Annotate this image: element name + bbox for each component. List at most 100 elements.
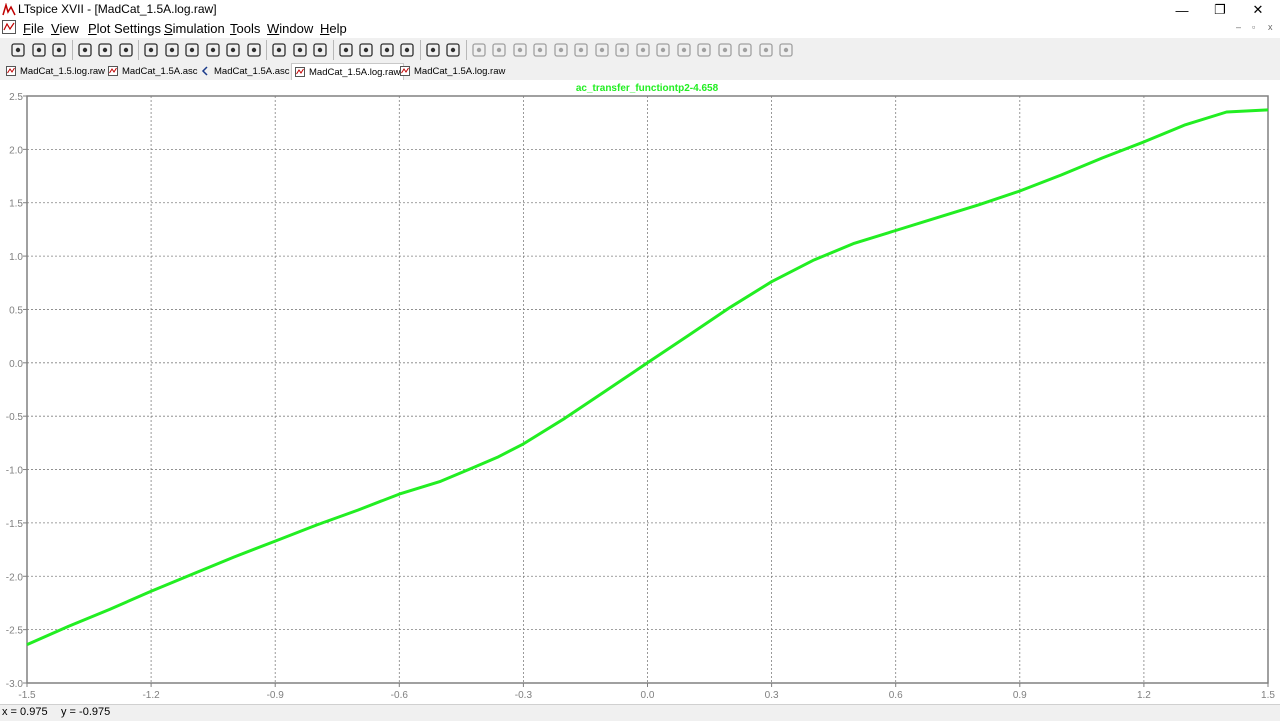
x-tick-label: 0.3 (765, 690, 779, 701)
y-tick-label: 1.0 (9, 252, 23, 263)
tab-madcat-1-5a-asc-waveform[interactable]: MadCat_1.5A.asc (108, 63, 198, 79)
pan-icon[interactable] (117, 41, 135, 59)
tab-label: MadCat_1.5A.asc (122, 65, 198, 77)
drag-icon[interactable] (654, 41, 672, 59)
tab-label: MadCat_1.5A.log.raw (309, 66, 401, 78)
menu-file[interactable]: File (23, 21, 44, 36)
menu-help[interactable]: Help (320, 21, 347, 36)
x-tick-label: 0.9 (1013, 690, 1027, 701)
tab-madcat-1-5a-log-raw-active[interactable]: MadCat_1.5A.log.raw (291, 63, 405, 80)
autorange-icon[interactable] (224, 41, 242, 59)
y-tick-label: -2.5 (6, 626, 24, 637)
y-tick-label: 2.5 (9, 92, 23, 103)
waveform-window-icon[interactable] (2, 20, 16, 34)
toolbar-separator (266, 40, 267, 60)
toolbar-separator (332, 40, 334, 60)
tab-label: MadCat_1.5A.log.raw (414, 65, 506, 77)
waveform-plot[interactable]: -1.5 -1.2 -0.9 -0.6 -0.3 0.0 0.3 0.6 0.9 1.2 1.5 2… (0, 80, 1280, 704)
component-icon[interactable] (613, 41, 631, 59)
control-panel-icon[interactable] (76, 41, 94, 59)
ground-icon[interactable] (490, 41, 508, 59)
paste-icon[interactable] (378, 41, 396, 59)
waveform-icon (400, 66, 410, 76)
title-bar[interactable]: LTspice XVII - [MadCat_1.5A.log.raw] — ❐… (0, 0, 1280, 20)
schematic-icon (201, 66, 208, 76)
toolbar-separator (465, 40, 467, 60)
print-preview-icon[interactable] (444, 41, 462, 59)
waveform-icon (108, 66, 118, 76)
trace-label[interactable]: ac_transfer_functiontp2-4.658 (576, 83, 719, 94)
close-button[interactable]: ✕ (1238, 0, 1278, 20)
mirror-icon[interactable] (736, 41, 754, 59)
tile-vertical-icon[interactable] (291, 41, 309, 59)
move-icon[interactable] (634, 41, 652, 59)
halt-icon[interactable] (96, 41, 114, 59)
toolbar-separator (71, 40, 73, 60)
cursor-y-readout: y = -0.975 (61, 706, 111, 718)
restore-button[interactable]: ❐ (1200, 0, 1240, 20)
y-axis-ticks: 2.5 2.0 1.5 1.0 0.5 0.0 -0.5 -1.0 -1.5 -2.0 -2.5 -3… (6, 92, 27, 690)
menu-simulation[interactable]: Simulation (164, 21, 225, 36)
minimize-button[interactable]: — (1162, 0, 1202, 20)
zoom-fit-icon[interactable] (204, 41, 222, 59)
menu-plot-settings[interactable]: Plot Settings (88, 21, 161, 36)
save-icon[interactable] (50, 41, 68, 59)
open-icon[interactable] (30, 41, 48, 59)
window-title: LTspice XVII - [MadCat_1.5A.log.raw] (18, 2, 217, 16)
y-tick-label: 0.5 (9, 305, 23, 316)
y-tick-label: -1.5 (6, 519, 24, 530)
tab-madcat-1-5-log-raw[interactable]: MadCat_1.5.log.raw (6, 63, 105, 79)
find-icon[interactable] (398, 41, 416, 59)
wire-icon[interactable] (470, 41, 488, 59)
ltspice-app-icon (2, 3, 16, 16)
spice-directive-icon[interactable] (777, 41, 795, 59)
tab-label: MadCat_1.5.log.raw (20, 65, 106, 77)
menu-tools[interactable]: Tools (230, 21, 260, 36)
y-tick-label: 0.0 (9, 359, 23, 370)
tab-madcat-1-5a-asc-schematic[interactable]: MadCat_1.5A.asc (200, 63, 290, 79)
y-tick-label: -3.0 (6, 679, 24, 690)
run-icon[interactable] (9, 41, 27, 59)
x-tick-label: 1.2 (1137, 690, 1151, 701)
status-bar (0, 704, 1280, 721)
zoom-area-icon[interactable] (163, 41, 181, 59)
y-tick-label: 1.5 (9, 199, 23, 210)
mdi-close-button[interactable]: x (1268, 22, 1273, 32)
diode-icon[interactable] (593, 41, 611, 59)
y-tick-label: 2.0 (9, 145, 23, 156)
cut-icon[interactable] (337, 41, 355, 59)
resistor-icon[interactable] (531, 41, 549, 59)
waveform-icon (6, 66, 16, 76)
cascade-icon[interactable] (311, 41, 329, 59)
undo-icon[interactable] (675, 41, 693, 59)
menu-window[interactable]: Window (267, 21, 313, 36)
menu-view[interactable]: View (51, 21, 79, 36)
zoom-out-icon[interactable] (183, 41, 201, 59)
text-icon[interactable] (757, 41, 775, 59)
cursor-x-readout: x = 0.975 (2, 706, 48, 718)
print-icon[interactable] (424, 41, 442, 59)
copy-icon[interactable] (357, 41, 375, 59)
tab-label: MadCat_1.5A.asc (214, 65, 290, 77)
x-tick-label: -0.3 (515, 690, 533, 701)
waveform-plot-pane[interactable]: -1.5 -1.2 -0.9 -0.6 -0.3 0.0 0.3 0.6 0.9 1.2 1.5 2… (0, 80, 1280, 704)
y-tick-label: -2.0 (6, 572, 24, 583)
label-icon[interactable] (511, 41, 529, 59)
waveform-icon (295, 67, 305, 77)
mark-icon[interactable] (245, 41, 263, 59)
x-tick-label: 0.0 (641, 690, 655, 701)
y-tick-label: -0.5 (6, 412, 24, 423)
x-tick-label: -1.5 (18, 690, 36, 701)
mdi-restore-button[interactable]: ▫ (1252, 22, 1255, 32)
rotate-icon[interactable] (716, 41, 734, 59)
tab-madcat-1-5a-log-raw[interactable]: MadCat_1.5A.log.raw (400, 63, 505, 79)
x-tick-label: 1.5 (1261, 690, 1275, 701)
capacitor-icon[interactable] (552, 41, 570, 59)
zoom-in-icon[interactable] (142, 41, 160, 59)
inductor-icon[interactable] (572, 41, 590, 59)
mdi-minimize-button[interactable]: – (1236, 22, 1241, 32)
redo-icon[interactable] (695, 41, 713, 59)
tile-horizontal-icon[interactable] (270, 41, 288, 59)
x-tick-label: -1.2 (142, 690, 160, 701)
x-tick-label: 0.6 (889, 690, 903, 701)
